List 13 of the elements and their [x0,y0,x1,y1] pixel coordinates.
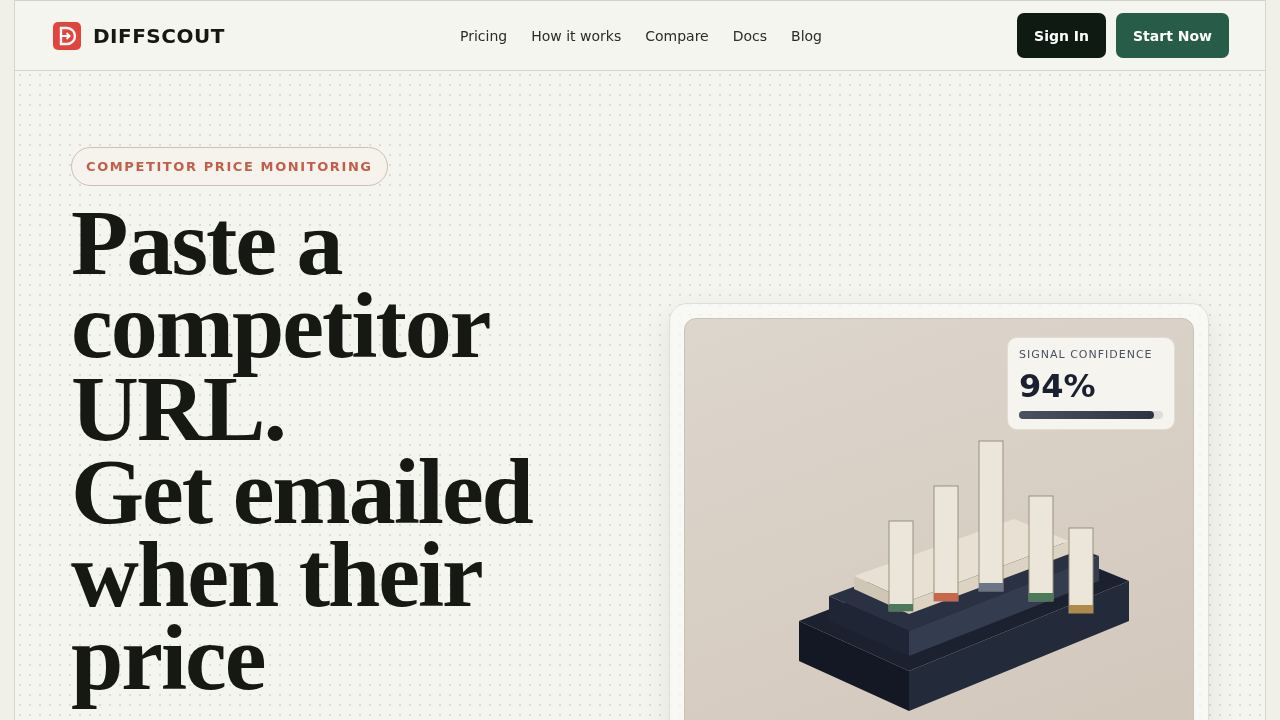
headline-line: Paste a [71,190,342,294]
nav-link[interactable]: Pricing [460,27,508,44]
nav-link[interactable]: Blog [791,27,822,44]
nav-link[interactable]: Docs [732,27,768,44]
logo-icon [53,21,81,50]
confidence-label: SIGNAL CONFIDENCE [1019,348,1154,361]
sign-in-button[interactable]: Sign In [1017,13,1106,58]
start-button[interactable]: Start Now [1116,13,1229,58]
nav-link[interactable]: Compare [645,27,709,44]
nav-link[interactable]: How it works [531,27,622,44]
eyebrow-badge: COMPETITOR PRICE MONITORING [71,147,388,186]
brand-name: DIFFSCOUT [93,23,225,48]
confidence-value: 94% [1019,367,1097,405]
